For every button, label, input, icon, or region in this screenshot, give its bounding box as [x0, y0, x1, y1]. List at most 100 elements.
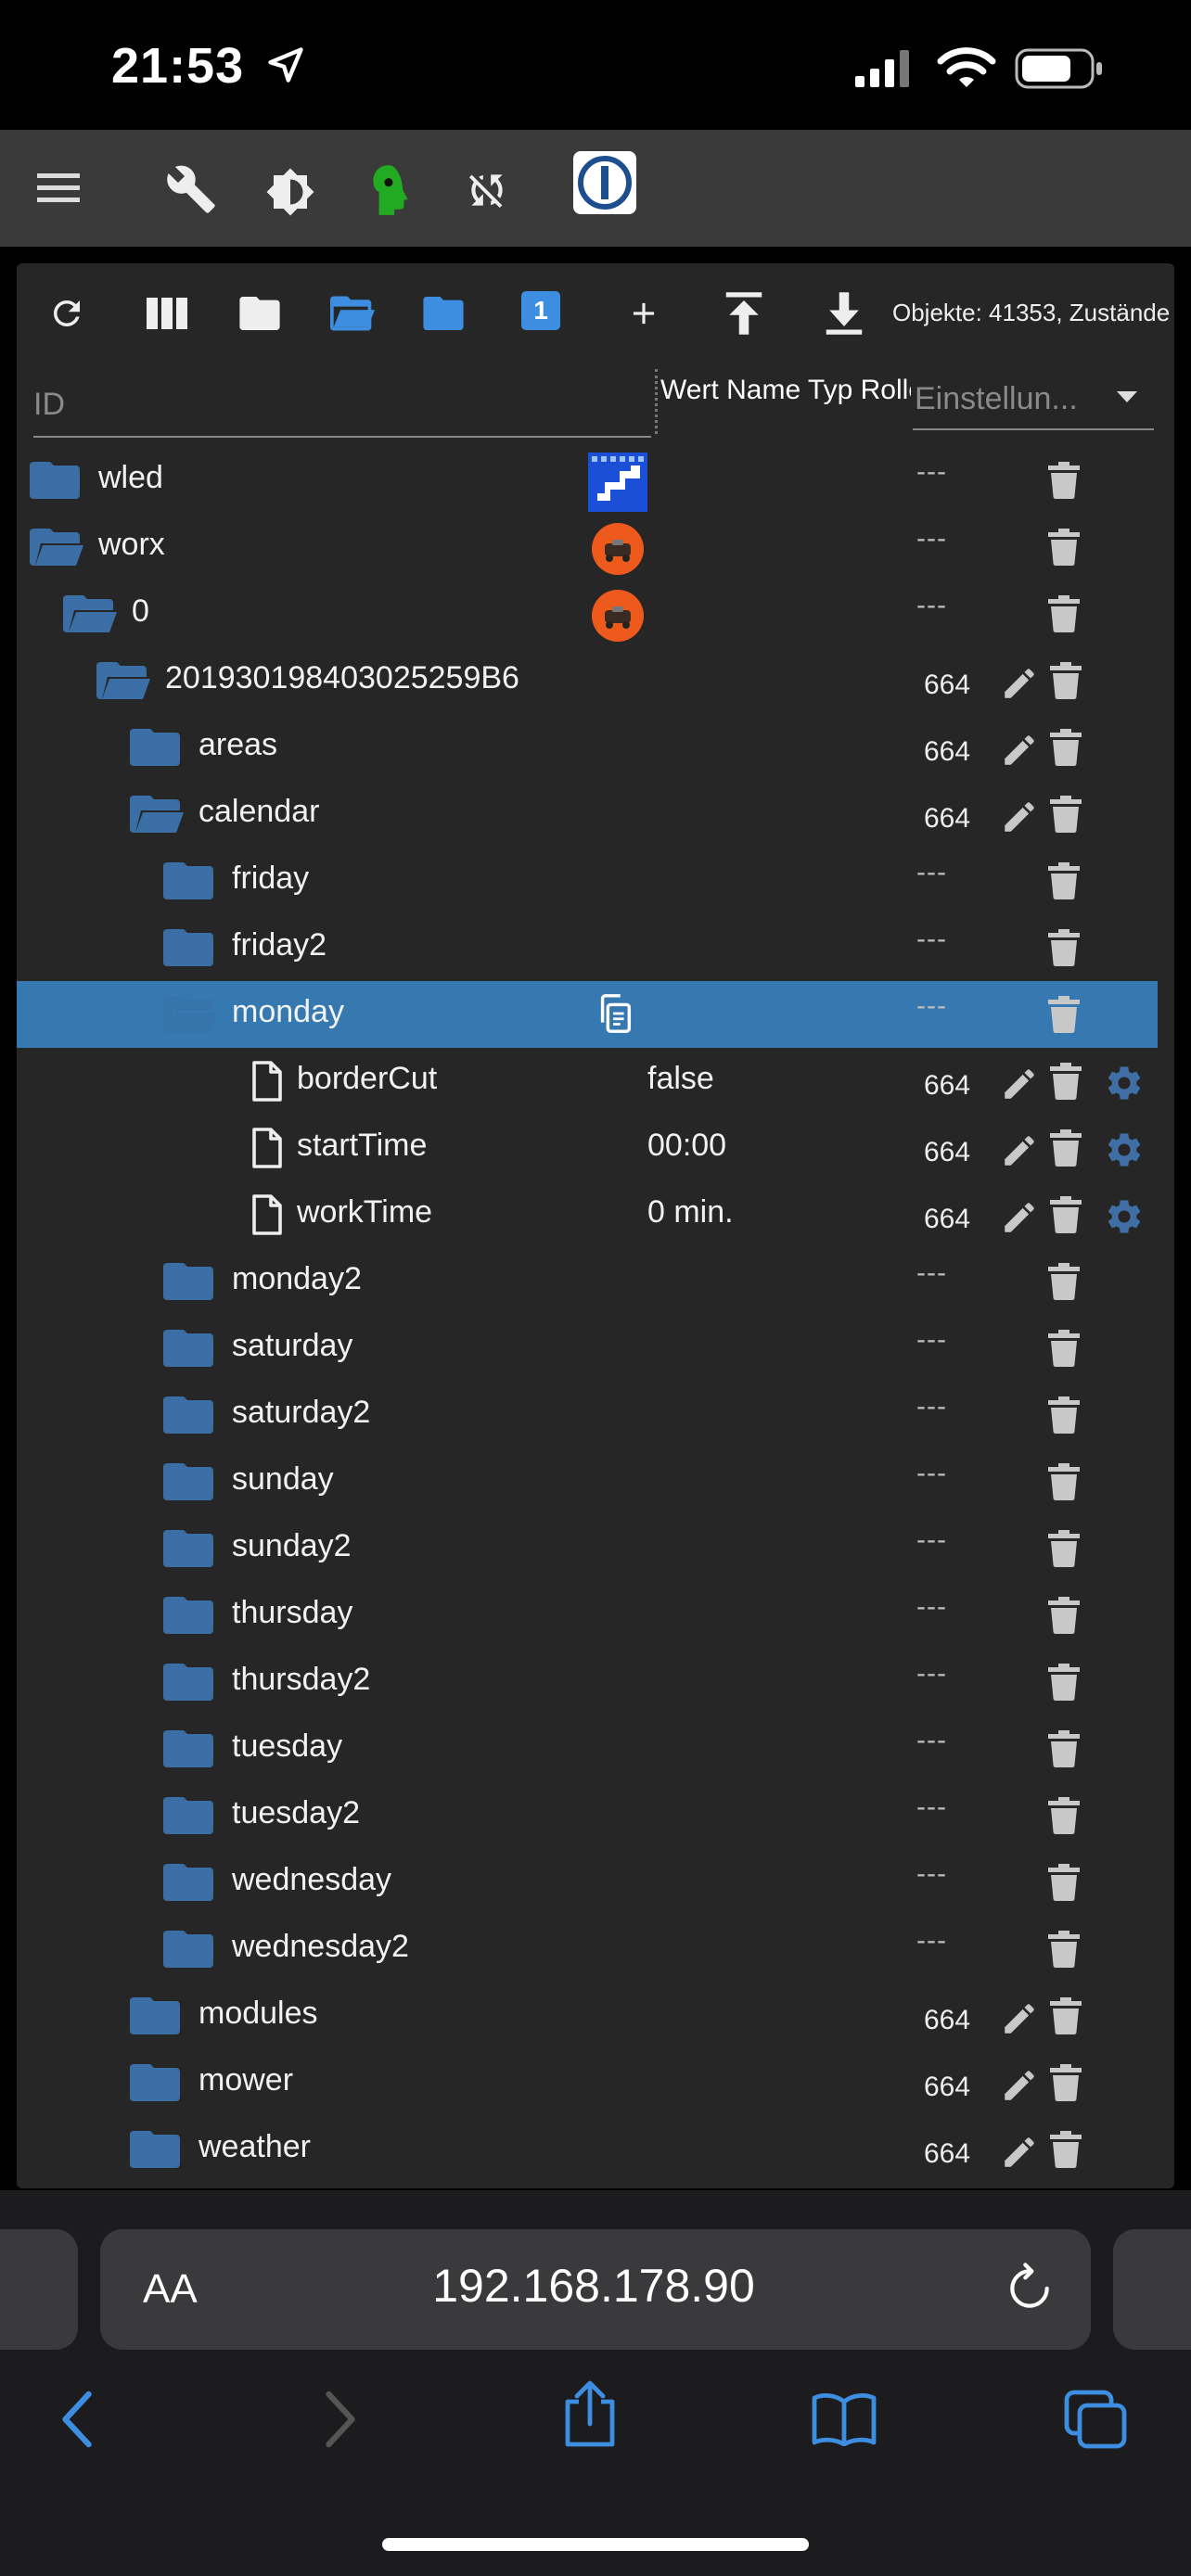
folder-icon[interactable]: [30, 462, 80, 504]
delete-icon[interactable]: [1048, 1597, 1080, 1639]
id-filter-input[interactable]: ID: [33, 373, 651, 438]
menu-icon[interactable]: [37, 170, 80, 211]
folder-icon[interactable]: [163, 1931, 213, 1972]
edit-icon[interactable]: [1000, 664, 1039, 708]
delete-icon[interactable]: [1048, 996, 1080, 1038]
folder-row[interactable]: modules 664: [17, 1983, 1158, 2049]
settings-select[interactable]: Einstellun...: [913, 373, 1154, 430]
folder-row[interactable]: areas 664: [17, 714, 1158, 781]
folder-icon[interactable]: [163, 1530, 213, 1572]
folder-icon[interactable]: [130, 729, 180, 771]
folder-icon[interactable]: [163, 1463, 213, 1505]
folder-open-icon[interactable]: [130, 796, 184, 837]
delete-icon[interactable]: [1050, 662, 1082, 704]
delete-icon[interactable]: [1050, 1196, 1082, 1238]
wrench-icon[interactable]: [165, 163, 217, 220]
delete-icon[interactable]: [1050, 1129, 1082, 1171]
folder-icon[interactable]: [130, 2131, 180, 2173]
reader-settings-button[interactable]: AA: [143, 2266, 198, 2313]
folder-row[interactable]: saturday ---: [17, 1315, 1158, 1382]
copy-icon[interactable]: [594, 992, 636, 1039]
tabs-icon[interactable]: [1063, 2389, 1128, 2455]
delete-icon[interactable]: [1048, 1730, 1080, 1772]
delete-icon[interactable]: [1048, 929, 1080, 971]
reload-icon[interactable]: [1004, 2263, 1056, 2319]
gear-icon[interactable]: [1104, 1063, 1145, 1108]
folder-icon[interactable]: [163, 1396, 213, 1438]
folder-icon[interactable]: [130, 1997, 180, 2039]
state-row[interactable]: borderCut false 664: [17, 1048, 1158, 1115]
folder-row[interactable]: tuesday ---: [17, 1715, 1158, 1782]
refresh-icon[interactable]: [45, 289, 89, 338]
row-value[interactable]: 0 min.: [647, 1194, 734, 1231]
folder-row[interactable]: 0 ---: [17, 580, 1158, 647]
file-icon[interactable]: [250, 1128, 284, 1173]
folder-row[interactable]: sunday ---: [17, 1448, 1158, 1515]
share-icon[interactable]: [560, 2379, 620, 2453]
folder-icon[interactable]: [163, 1664, 213, 1705]
folder-row[interactable]: monday2 ---: [17, 1248, 1158, 1315]
iobroker-logo[interactable]: [573, 151, 636, 214]
edit-icon[interactable]: [1000, 1131, 1039, 1175]
state-row[interactable]: startTime 00:00 664: [17, 1115, 1158, 1181]
delete-icon[interactable]: [1048, 1530, 1080, 1572]
edit-icon[interactable]: [1000, 1065, 1039, 1108]
delete-icon[interactable]: [1050, 1063, 1082, 1104]
delete-icon[interactable]: [1048, 1330, 1080, 1371]
delete-icon[interactable]: [1048, 1931, 1080, 1972]
folder-icon[interactable]: [163, 862, 213, 904]
folder-open-icon[interactable]: [30, 529, 83, 570]
folder-row[interactable]: wled ---: [17, 447, 1158, 514]
edit-icon[interactable]: [1000, 797, 1039, 841]
delete-icon[interactable]: [1048, 862, 1080, 904]
row-value[interactable]: false: [647, 1061, 714, 1097]
brightness-icon[interactable]: [265, 167, 315, 222]
edit-icon[interactable]: [1000, 2066, 1039, 2110]
folder-icon[interactable]: [163, 1263, 213, 1305]
folder-icon[interactable]: [130, 2064, 180, 2106]
folder-row[interactable]: worx ---: [17, 514, 1158, 580]
folder-row[interactable]: calendar 664: [17, 781, 1158, 848]
columns-icon[interactable]: [143, 289, 191, 338]
gear-icon[interactable]: [1104, 1129, 1145, 1175]
delete-icon[interactable]: [1048, 1664, 1080, 1705]
delete-icon[interactable]: [1050, 2131, 1082, 2173]
sync-disabled-icon[interactable]: [464, 167, 510, 218]
delete-icon[interactable]: [1048, 1396, 1080, 1438]
delete-icon[interactable]: [1048, 595, 1080, 637]
edit-icon[interactable]: [1000, 2133, 1039, 2176]
bookmarks-icon[interactable]: [811, 2392, 877, 2451]
home-indicator[interactable]: [382, 2538, 809, 2551]
expert-mode-icon[interactable]: [367, 163, 414, 222]
folder-icon[interactable]: [163, 929, 213, 971]
folder-row[interactable]: saturday2 ---: [17, 1382, 1158, 1448]
edit-icon[interactable]: [1000, 1198, 1039, 1242]
delete-icon[interactable]: [1048, 1864, 1080, 1906]
download-icon[interactable]: [820, 287, 868, 339]
next-tab-preview[interactable]: [1113, 2229, 1191, 2350]
edit-icon[interactable]: [1000, 731, 1039, 774]
folder-row[interactable]: mower 664: [17, 2049, 1158, 2116]
expand-level-badge[interactable]: 1: [521, 291, 560, 330]
folder-row[interactable]: wednesday ---: [17, 1849, 1158, 1916]
url-text[interactable]: 192.168.178.90: [306, 2259, 881, 2313]
delete-icon[interactable]: [1050, 2064, 1082, 2106]
upload-icon[interactable]: [720, 287, 768, 339]
file-icon[interactable]: [250, 1061, 284, 1106]
folder-open-icon[interactable]: [96, 662, 150, 704]
delete-icon[interactable]: [1048, 1263, 1080, 1305]
edit-icon[interactable]: [1000, 1999, 1039, 2043]
folder-row[interactable]: tuesday2 ---: [17, 1782, 1158, 1849]
folder-row[interactable]: thursday2 ---: [17, 1649, 1158, 1715]
delete-icon[interactable]: [1048, 1797, 1080, 1839]
file-icon[interactable]: [250, 1194, 284, 1240]
gear-icon[interactable]: [1104, 1196, 1145, 1242]
previous-tab-preview[interactable]: [0, 2229, 78, 2350]
folder-icon[interactable]: [163, 1864, 213, 1906]
delete-icon[interactable]: [1048, 1463, 1080, 1505]
back-icon[interactable]: [59, 2391, 96, 2453]
folder-row[interactable]: thursday ---: [17, 1582, 1158, 1649]
folder-row[interactable]: monday ---: [17, 981, 1158, 1048]
delete-icon[interactable]: [1048, 529, 1080, 570]
folder-open-icon[interactable]: [63, 595, 117, 637]
